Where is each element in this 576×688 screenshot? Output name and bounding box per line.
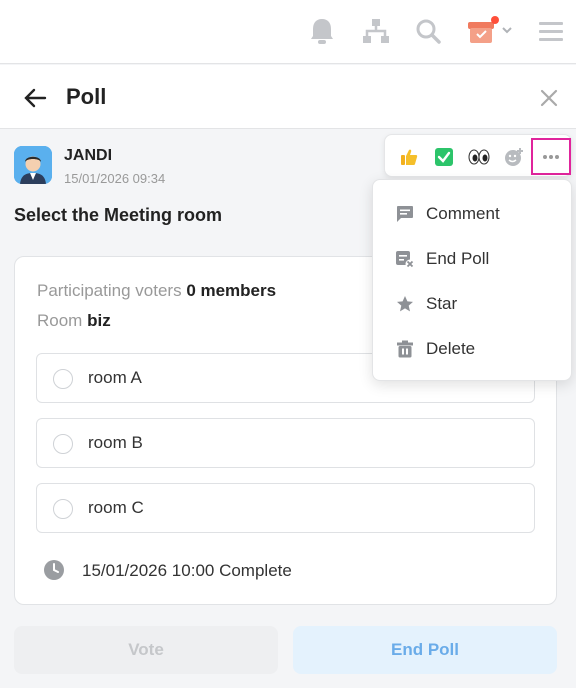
top-bar [0, 0, 576, 64]
menu-label: Comment [426, 204, 500, 223]
more-options-button[interactable] [531, 138, 571, 175]
menu-item-star[interactable]: Star [373, 283, 571, 323]
notification-dot [491, 16, 499, 24]
comment-icon [395, 204, 415, 224]
menu-label: Star [426, 294, 458, 313]
option-label: room A [88, 368, 142, 387]
author-name[interactable]: JANDI [64, 147, 112, 165]
room-label: Room [37, 311, 83, 330]
radio-button[interactable] [53, 499, 73, 519]
page-title: Poll [66, 84, 107, 109]
voters-label: Participating voters [37, 281, 182, 300]
radio-button[interactable] [53, 369, 73, 389]
box-icon[interactable] [466, 16, 516, 46]
menu-item-comment[interactable]: Comment [373, 193, 571, 233]
end-poll-icon [395, 249, 415, 269]
menu-label: Delete [426, 339, 476, 358]
bell-icon[interactable] [307, 16, 337, 46]
end-poll-button[interactable]: End Poll [293, 626, 557, 674]
radio-button[interactable] [53, 434, 73, 454]
poll-header: Poll [0, 65, 576, 129]
poll-option[interactable]: room C [36, 483, 535, 533]
eyes-icon[interactable] [465, 143, 493, 171]
poll-option[interactable]: room B [36, 418, 535, 468]
voters-line: Participating voters 0 members [37, 281, 276, 301]
menu-label: End Poll [426, 249, 490, 268]
back-arrow-icon[interactable] [20, 83, 50, 113]
menu-icon[interactable] [536, 16, 566, 46]
more-options-menu: Comment End Poll Star Delete [372, 179, 572, 381]
search-icon[interactable] [413, 16, 443, 46]
option-label: room B [88, 433, 143, 452]
option-label: room C [88, 498, 144, 517]
poll-title: Select the Meeting room [14, 205, 223, 225]
menu-item-delete[interactable]: Delete [373, 328, 571, 368]
message-time: 15/01/2026 09:34 [64, 171, 166, 186]
reaction-bar [384, 134, 572, 177]
room-line: Room biz [37, 311, 111, 331]
clock-icon [43, 559, 65, 581]
org-chart-icon[interactable] [361, 16, 391, 46]
close-icon[interactable] [534, 83, 564, 113]
menu-item-end-poll[interactable]: End Poll [373, 238, 571, 278]
trash-icon [395, 339, 415, 359]
voters-count: 0 members [186, 281, 277, 300]
check-icon[interactable] [430, 143, 458, 171]
room-value: biz [87, 311, 111, 330]
thumbs-up-icon[interactable] [395, 143, 423, 171]
avatar[interactable] [14, 146, 52, 184]
poll-deadline: 15/01/2026 10:00 Complete [82, 561, 292, 580]
add-emoji-icon[interactable] [500, 143, 528, 171]
star-icon [395, 294, 415, 314]
vote-button[interactable]: Vote [14, 626, 278, 674]
